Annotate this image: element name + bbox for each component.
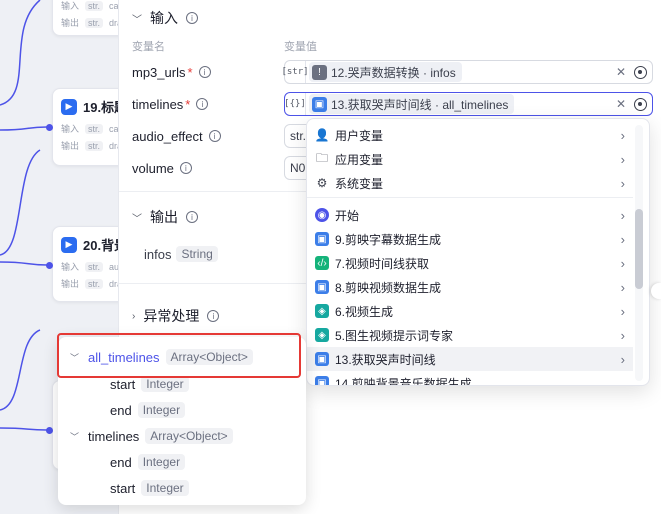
info-icon[interactable]: i (186, 211, 198, 223)
type-pill: Integer (141, 480, 189, 496)
output-section-header[interactable]: ﹀ 输出 i (132, 207, 198, 227)
info-icon[interactable]: i (186, 12, 198, 24)
layers-icon: ◈ (315, 328, 329, 342)
dropdown-divider (307, 197, 633, 198)
side-handle[interactable] (651, 283, 661, 299)
video-icon: ▶ (61, 236, 77, 253)
image-node-icon: ▣ (315, 352, 329, 366)
image-node-icon: ▣ (315, 232, 329, 246)
variable-reference-chip[interactable]: ! 12.哭声数据转换 · infos (309, 62, 462, 82)
video-icon: ▶ (61, 98, 77, 115)
image-node-icon: ▣ (315, 280, 329, 294)
target-icon[interactable] (634, 65, 647, 79)
type-pill: String (176, 246, 218, 262)
chevron-right-icon[interactable]: › (132, 311, 135, 322)
dropdown-node-6[interactable]: ◈ 6.视频生成 › (307, 299, 633, 323)
node-input-port[interactable] (46, 124, 53, 131)
start-node-icon: ◉ (315, 208, 329, 222)
close-icon[interactable]: ✕ (616, 65, 626, 79)
mp3-urls-value-field[interactable]: [str] ! 12.哭声数据转换 · infos ✕ (281, 60, 653, 84)
dropdown-group-user-vars[interactable]: 👤 用户变量 › (307, 123, 633, 147)
type-badge[interactable]: [{}] (284, 93, 306, 115)
tree-item-end[interactable]: end Integer (110, 454, 186, 470)
output-variable: infos String (144, 246, 218, 262)
section-divider (119, 191, 309, 192)
chevron-right-icon: › (620, 327, 625, 343)
tree-item-start[interactable]: start Integer (110, 480, 189, 496)
close-icon[interactable]: ✕ (616, 97, 626, 111)
chevron-right-icon: › (620, 255, 625, 271)
image-node-icon: ▣ (312, 96, 327, 112)
error-section-header[interactable]: › 异常处理 i (132, 306, 220, 326)
gear-icon: ⚙ (316, 176, 328, 190)
section-divider (119, 283, 309, 284)
type-pill: Integer (141, 376, 189, 392)
user-icon: 👤 (314, 128, 330, 142)
chevron-right-icon: › (620, 231, 625, 247)
param-audio-effect: audio_effect i (132, 124, 221, 148)
column-header-value: 变量值 (284, 41, 317, 53)
variable-picker-dropdown[interactable]: 👤 用户变量 › 🗀 应用变量 › ⚙ 系统变量 › ◉ 开始 › ▣ 9.剪映… (306, 118, 650, 386)
param-volume: volume i (132, 156, 192, 180)
dropdown-node-13[interactable]: ▣ 13.获取哭声时间线 › (307, 347, 633, 371)
dropdown-node-14[interactable]: ▣ 14.剪映背景音乐数据生成 (307, 371, 633, 385)
type-pill: Array<Object> (145, 428, 233, 444)
dropdown-node-5[interactable]: ◈ 5.图生视频提示词专家 › (307, 323, 633, 347)
variable-reference-chip[interactable]: ▣ 13.获取哭声时间线 · all_timelines (309, 94, 515, 114)
info-icon[interactable]: i (196, 98, 209, 110)
chevron-down-icon[interactable]: ﹀ (132, 11, 142, 26)
chevron-right-icon: › (620, 151, 625, 167)
dropdown-group-system-vars[interactable]: ⚙ 系统变量 › (307, 171, 633, 195)
layers-icon: ◈ (315, 304, 329, 318)
type-badge[interactable]: [str] (281, 61, 309, 83)
tree-item-start[interactable]: start Integer (110, 376, 189, 392)
node-input-port[interactable] (46, 427, 53, 434)
dropdown-node-7[interactable]: ‹/› 7.视频时间线获取 › (307, 251, 633, 275)
column-header-name: 变量名 (132, 41, 165, 53)
param-mp3-urls: mp3_urls * i (132, 60, 211, 84)
target-icon[interactable] (634, 97, 647, 111)
info-icon[interactable]: i (198, 66, 211, 78)
chevron-right-icon: › (620, 127, 625, 143)
chevron-right-icon: › (620, 207, 625, 223)
tree-item-timelines[interactable]: ﹀ timelines Array<Object> (70, 428, 233, 444)
info-icon[interactable]: i (179, 162, 192, 174)
dropdown-group-app-vars[interactable]: 🗀 应用变量 › (307, 147, 633, 171)
code-node-icon: ‹/› (315, 256, 329, 270)
dropdown-node-9[interactable]: ▣ 9.剪映字幕数据生成 › (307, 227, 633, 251)
chevron-right-icon: › (620, 279, 625, 295)
node-input-port[interactable] (46, 262, 53, 269)
chevron-down-icon[interactable]: ﹀ (70, 430, 82, 443)
param-timelines: timelines * i (132, 92, 209, 116)
timelines-value-field[interactable]: [{}] ▣ 13.获取哭声时间线 · all_timelines ✕ (284, 92, 653, 116)
input-section-header[interactable]: ﹀ 输入 i (132, 8, 198, 28)
folder-icon: 🗀 (315, 150, 328, 165)
annotation-highlight-box (57, 333, 301, 378)
chevron-right-icon: › (620, 303, 625, 319)
chevron-right-icon: › (620, 351, 625, 367)
info-icon[interactable]: i (207, 310, 220, 322)
warning-icon: ! (312, 64, 327, 80)
type-pill: Integer (137, 402, 186, 418)
type-pill: Integer (137, 454, 186, 470)
tree-item-end[interactable]: end Integer (110, 402, 186, 418)
dropdown-node-8[interactable]: ▣ 8.剪映视频数据生成 › (307, 275, 633, 299)
chevron-down-icon[interactable]: ﹀ (132, 210, 142, 225)
info-icon[interactable]: i (208, 130, 221, 142)
chevron-right-icon: › (620, 175, 625, 191)
image-node-icon: ▣ (315, 376, 329, 385)
dropdown-scrollbar-thumb[interactable] (635, 209, 643, 289)
dropdown-node-start[interactable]: ◉ 开始 › (307, 203, 633, 227)
